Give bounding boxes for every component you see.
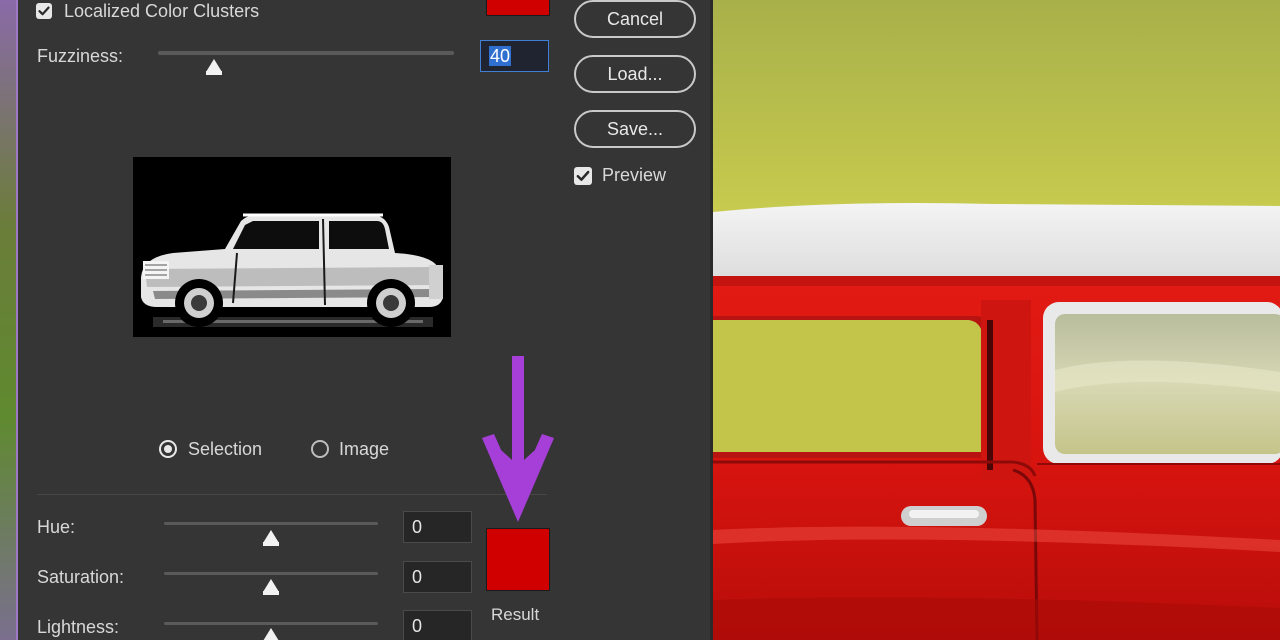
lightness-input[interactable]: 0 xyxy=(403,610,472,640)
checkmark-icon xyxy=(38,6,50,16)
image-radio-label: Image xyxy=(339,439,390,459)
fuzziness-input[interactable]: 40 xyxy=(480,40,549,72)
lightness-label: Lightness: xyxy=(37,617,120,637)
lightness-slider-track[interactable] xyxy=(164,622,378,625)
screenshot-root: Localized Color Clusters Fuzziness: 40 C… xyxy=(0,0,1280,640)
annotation-arrow-icon xyxy=(482,356,554,522)
result-label: Result xyxy=(491,605,540,624)
hue-input[interactable]: 0 xyxy=(403,511,472,543)
background-window-edge xyxy=(0,0,18,640)
hue-slider-track[interactable] xyxy=(164,522,378,525)
saturation-slider-track[interactable] xyxy=(164,572,378,575)
fuzziness-slider-thumb-base xyxy=(206,71,222,75)
saturation-slider-thumb-base xyxy=(263,591,279,595)
selection-radio-label: Selection xyxy=(188,439,263,459)
localized-color-clusters-checkbox[interactable] xyxy=(36,3,52,19)
cancel-button[interactable]: Cancel xyxy=(574,0,696,38)
fuzziness-label: Fuzziness: xyxy=(37,46,124,66)
car-mask-image xyxy=(133,157,451,337)
selection-preview-thumbnail xyxy=(133,157,451,337)
fuzziness-value: 40 xyxy=(489,46,512,66)
lightness-slider-thumb[interactable] xyxy=(263,628,279,640)
selection-radio[interactable] xyxy=(159,440,177,458)
saturation-label: Saturation: xyxy=(37,567,125,587)
replace-color-dialog: Localized Color Clusters Fuzziness: 40 C… xyxy=(18,0,712,640)
load-button[interactable]: Load... xyxy=(574,55,696,93)
checkmark-icon xyxy=(576,170,590,181)
result-color-swatch[interactable] xyxy=(486,528,550,591)
hue-label: Hue: xyxy=(37,517,76,537)
save-button[interactable]: Save... xyxy=(574,110,696,148)
localized-color-clusters-label: Localized Color Clusters xyxy=(64,1,260,21)
red-car-photo xyxy=(713,0,1280,640)
background-photo xyxy=(713,0,1280,640)
hue-slider-thumb-base xyxy=(263,542,279,546)
saturation-input[interactable]: 0 xyxy=(403,561,472,593)
preview-checkbox[interactable] xyxy=(574,167,592,185)
selection-color-swatch[interactable] xyxy=(486,0,550,16)
section-divider xyxy=(37,494,547,495)
preview-label: Preview xyxy=(602,165,667,185)
fuzziness-slider-track[interactable] xyxy=(158,51,454,55)
image-radio[interactable] xyxy=(311,440,329,458)
